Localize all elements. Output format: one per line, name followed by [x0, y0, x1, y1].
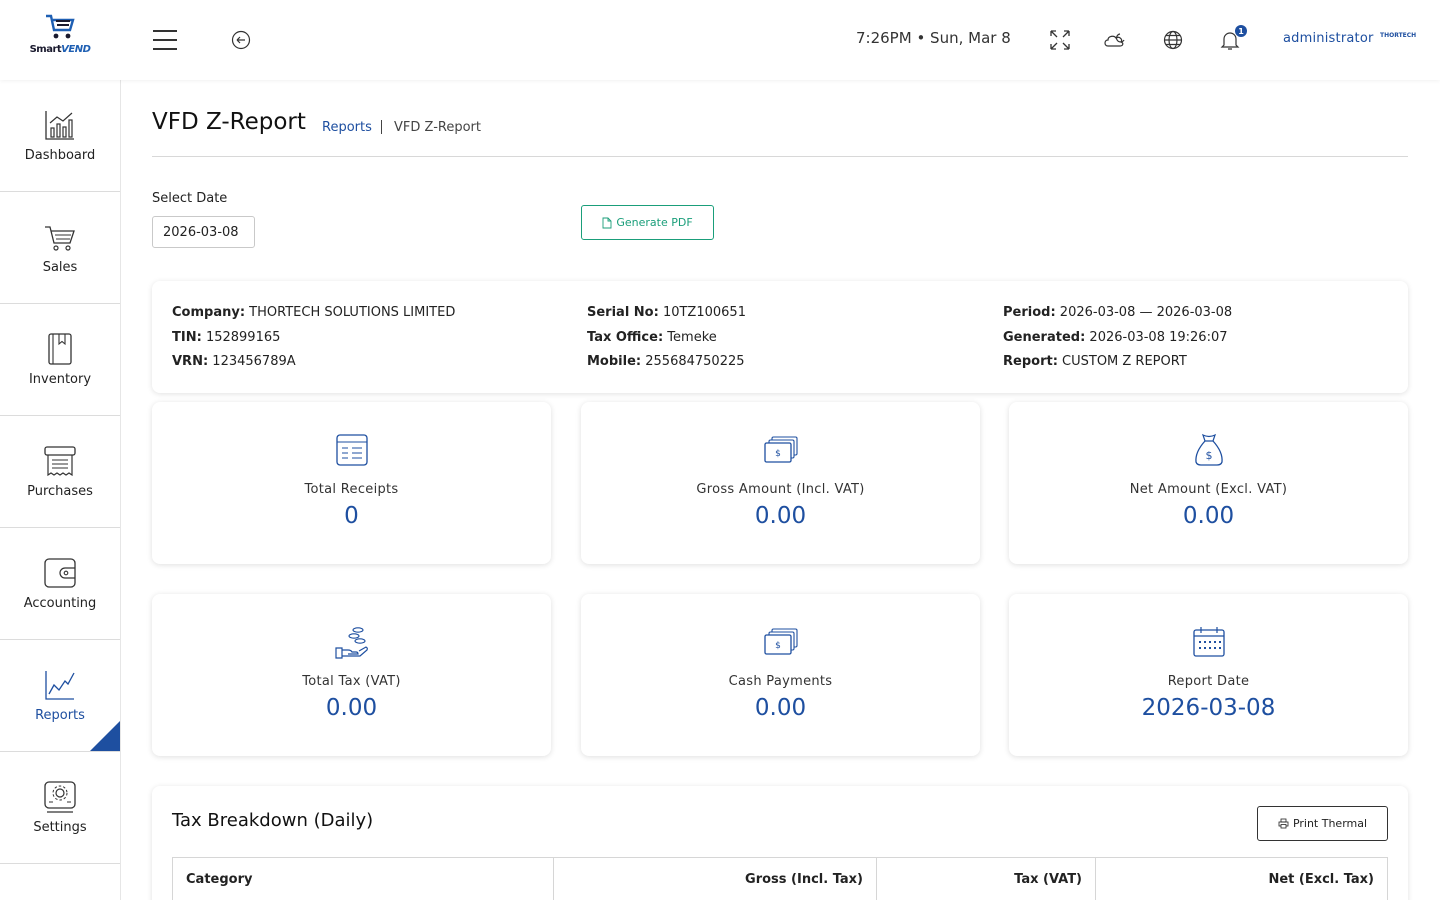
active-indicator: [90, 721, 120, 751]
globe-icon[interactable]: [1161, 28, 1185, 52]
sidebar-item-dashboard[interactable]: Dashboard: [0, 80, 120, 192]
tax-breakdown-table: Category Gross (Incl. Tax) Tax (VAT) Net…: [172, 857, 1388, 900]
smartvend-logo[interactable]: SmartVEND: [29, 12, 91, 68]
sidebar-item-sales[interactable]: Sales: [0, 192, 120, 304]
mobile-value: 255684750225: [645, 354, 745, 369]
sidebar-item-label: Inventory: [28, 372, 92, 387]
stat-value: 0.00: [754, 503, 807, 529]
header-clock: 7:26PM • Sun, Mar 8: [856, 29, 1011, 47]
serial-value: 10TZ100651: [662, 305, 746, 320]
banknotes-icon: $: [763, 628, 798, 655]
receipt-list-icon: [335, 434, 368, 466]
stat-card-total-receipts: Total Receipts 0: [152, 402, 551, 564]
info-column-company: Company: THORTECH SOLUTIONS LIMITED TIN:…: [172, 305, 456, 369]
company-logo: THORTECH: [1380, 32, 1417, 39]
calendar-icon: [1192, 627, 1225, 657]
svg-text:$: $: [1205, 449, 1212, 462]
tin-value: 152899165: [205, 329, 281, 345]
column-header-net: Net (Excl. Tax): [1268, 872, 1374, 887]
svg-text:$: $: [775, 449, 781, 459]
sidebar-item-label: Purchases: [27, 484, 93, 499]
table-header-row: Category Gross (Incl. Tax) Tax (VAT) Net…: [172, 857, 1388, 900]
stat-label: Total Receipts: [304, 482, 399, 497]
stat-label: Gross Amount (Incl. VAT): [696, 482, 865, 497]
tax-office-value: Temeke: [667, 329, 717, 345]
dark-mode-icon[interactable]: [1103, 28, 1127, 52]
tax-breakdown-card: Tax Breakdown (Daily) Print Thermal Cate…: [152, 786, 1408, 900]
top-header: SmartVEND 7:26PM • Sun, Mar 8 1 administ…: [0, 0, 1440, 80]
date-label: Select Date: [152, 191, 228, 206]
stat-card-net-amount: $ Net Amount (Excl. VAT) 0.00: [1009, 402, 1408, 564]
tax-breakdown-title: Tax Breakdown (Daily): [172, 810, 374, 831]
print-thermal-button[interactable]: Print Thermal: [1257, 806, 1388, 841]
generated-value: 2026-03-08 19:26:07: [1089, 329, 1228, 345]
title-divider: [152, 156, 1408, 157]
generate-pdf-button[interactable]: Generate PDF: [581, 205, 714, 240]
stat-card-total-tax: Total Tax (VAT) 0.00: [152, 594, 551, 756]
sidebar-item-label: Dashboard: [24, 148, 96, 163]
sidebar-item-label: Accounting: [23, 596, 97, 611]
info-column-report: Period: 2026-03-08 — 2026-03-08 Generate…: [1003, 305, 1233, 369]
info-column-device: Serial No: 10TZ100651 Tax Office: Temeke…: [587, 305, 746, 369]
breadcrumb-separator: [381, 120, 382, 134]
receipt-icon: [44, 446, 76, 477]
stat-value: 2026-03-08: [1141, 695, 1276, 721]
sidebar-item-purchases[interactable]: Purchases: [0, 416, 120, 528]
sidebar: Dashboard Sales Inventory Purchases Acco…: [0, 80, 121, 900]
date-input[interactable]: [152, 216, 255, 248]
column-header-category: Category: [172, 857, 554, 900]
line-chart-icon: [45, 671, 75, 700]
stat-value: 0: [344, 503, 359, 529]
page-title: VFD Z-Report: [152, 109, 306, 135]
user-name[interactable]: administrator: [1283, 31, 1374, 46]
sidebar-item-label: Reports: [35, 708, 85, 723]
period-value: 2026-03-08 — 2026-03-08: [1059, 305, 1233, 320]
printer-icon: [1278, 818, 1289, 829]
column-header-gross: Gross (Incl. Tax): [553, 857, 877, 900]
vrn-value: 123456789A: [212, 354, 296, 369]
sidebar-item-reports[interactable]: Reports: [0, 640, 120, 752]
logo-wordmark: SmartVEND: [29, 44, 91, 55]
svg-text:$: $: [775, 641, 781, 651]
stat-label: Total Tax (VAT): [302, 674, 401, 689]
stat-label: Report Date: [1167, 674, 1250, 689]
stat-value: 0.00: [325, 695, 378, 721]
cart-icon: [45, 226, 75, 251]
stat-card-report-date: Report Date 2026-03-08: [1009, 594, 1408, 756]
sidebar-item-settings[interactable]: Settings: [0, 752, 120, 864]
dashboard-chart-icon: [45, 111, 74, 140]
report-type-value: CUSTOM Z REPORT: [1062, 354, 1187, 369]
settings-gear-icon: [44, 781, 76, 813]
back-arrow-icon[interactable]: [231, 30, 251, 50]
stat-card-cash-payments: $ Cash Payments 0.00: [581, 594, 980, 756]
generate-pdf-label: Generate PDF: [616, 216, 693, 229]
shopping-cart-logo-icon: [46, 14, 75, 39]
sidebar-item-accounting[interactable]: Accounting: [0, 528, 120, 640]
print-thermal-label: Print Thermal: [1292, 817, 1368, 830]
fullscreen-icon[interactable]: [1048, 28, 1072, 52]
wallet-icon: [44, 558, 76, 588]
breadcrumb-current: VFD Z-Report: [394, 120, 481, 135]
report-info-card: Company: THORTECH SOLUTIONS LIMITED TIN:…: [152, 281, 1408, 393]
stat-card-gross-amount: $ Gross Amount (Incl. VAT) 0.00: [581, 402, 980, 564]
sidebar-item-label: Settings: [33, 820, 87, 835]
menu-toggle-icon[interactable]: [153, 30, 177, 50]
banknotes-icon: $: [763, 436, 798, 463]
stat-label: Net Amount (Excl. VAT): [1129, 482, 1288, 497]
stat-value: 0.00: [1182, 503, 1235, 529]
hand-coins-icon: [334, 627, 368, 659]
breadcrumb-link-reports[interactable]: Reports: [322, 120, 372, 135]
column-header-tax: Tax (VAT): [876, 857, 1096, 900]
notification-badge: 1: [1235, 25, 1247, 37]
sidebar-item-label: Sales: [42, 260, 78, 275]
book-icon: [48, 333, 72, 365]
file-pdf-icon: [602, 217, 612, 228]
company-value: THORTECH SOLUTIONS LIMITED: [249, 305, 456, 320]
sidebar-item-inventory[interactable]: Inventory: [0, 304, 120, 416]
money-bag-icon: $: [1194, 433, 1223, 466]
stat-label: Cash Payments: [728, 674, 833, 689]
stat-value: 0.00: [754, 695, 807, 721]
